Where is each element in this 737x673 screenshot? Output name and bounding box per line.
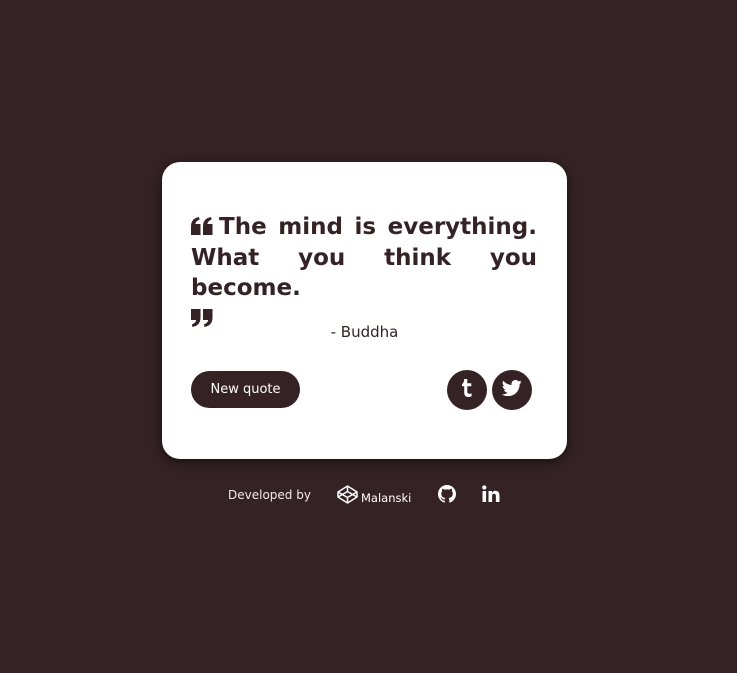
tumblr-share-button[interactable] [447,370,487,410]
github-icon [438,485,456,506]
quote-box: The mind is everything. What you think y… [162,162,567,459]
developed-by-label: Developed by [228,488,311,502]
linkedin-icon [482,485,500,506]
twitter-share-button[interactable] [492,370,532,410]
quote-left-icon [191,213,213,243]
codepen-icon [337,485,358,507]
footer: Developed by Malanski [0,484,737,506]
new-quote-button[interactable]: New quote [191,371,300,408]
linkedin-link[interactable] [482,485,500,506]
github-link[interactable] [438,485,456,506]
quote-text: The mind is everything. What you think y… [191,214,537,301]
quote-author: - Buddha [330,323,399,341]
quote-text-block: The mind is everything. What you think y… [191,212,537,327]
tumblr-icon [461,379,473,401]
codepen-profile-link[interactable]: Malanski [337,485,411,507]
twitter-icon [501,380,522,400]
codepen-username: Malanski [361,490,412,505]
